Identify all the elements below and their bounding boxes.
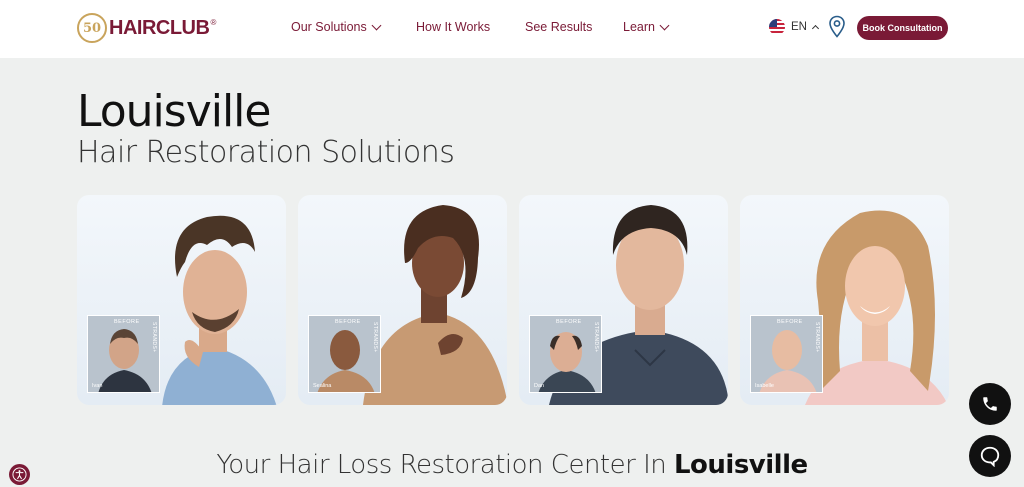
client-name: Dan [534,383,545,389]
before-portrait [98,329,152,392]
before-portrait [538,332,596,392]
before-label: BEFORE [556,319,582,325]
language-selector[interactable]: EN [769,19,820,35]
nav-label: Our Solutions [291,20,367,34]
chevron-up-icon [811,24,820,33]
accessibility-button[interactable] [9,464,30,485]
us-flag-icon [769,19,785,35]
section-title: Your Hair Loss Restoration Center In Lou… [0,450,1024,480]
nav-our-solutions[interactable]: Our Solutions [291,20,382,34]
hairclub-logo[interactable]: 50 HAIRCLUB ® [77,12,216,44]
section-title-prefix: Your Hair Loss Restoration Center In [216,450,674,480]
before-photo: BEFORE STRANDS+ Ivan [87,315,160,393]
client-name: Ivan [92,383,103,389]
before-photo: BEFORE STRANDS+ Sealina [308,315,381,393]
client-name: Isabelle [755,383,774,389]
nav-learn[interactable]: Learn [623,20,670,34]
call-button[interactable] [969,383,1011,425]
chat-icon [980,446,1000,467]
chat-button[interactable] [969,435,1011,477]
language-code: EN [791,21,807,33]
nav-see-results[interactable]: See Results [525,20,592,34]
registered-mark: ® [210,18,217,27]
nav-label: Learn [623,20,655,34]
map-pin-icon[interactable] [828,15,846,39]
section-title-city: Louisville [673,450,808,480]
before-photo: BEFORE STRANDS+ Dan [529,315,602,393]
nav-label: See Results [525,20,593,34]
client-name: Sealina [313,383,332,389]
chevron-down-icon [659,20,670,30]
product-label: STRANDS+ [814,322,820,353]
before-portrait [759,330,817,392]
result-card[interactable]: BEFORE STRANDS+ Sealina [298,195,507,405]
before-label: BEFORE [114,319,140,325]
brand-name: HAIRCLUB [109,16,210,39]
page-subtitle: Hair Restoration Solutions [77,135,455,170]
site-header: 50 HAIRCLUB ® Our Solutions How It Works… [0,0,1024,58]
result-card[interactable]: BEFORE STRANDS+ Isabelle [740,195,949,405]
result-card[interactable]: BEFORE STRANDS+ Ivan [77,195,286,405]
nav-label: How It Works [416,20,491,34]
product-label: STRANDS+ [593,322,599,353]
badge-number: 50 [82,20,102,36]
product-label: STRANDS+ [372,322,378,353]
phone-icon [983,397,997,411]
accessibility-icon [12,467,27,482]
book-consultation-button[interactable]: Book Consultation [857,16,948,40]
nav-how-it-works[interactable]: How It Works [416,20,490,34]
before-label: BEFORE [777,319,803,325]
chevron-down-icon [371,20,382,30]
page-title: Louisville [77,86,271,137]
anniversary-badge-icon: 50 [77,13,107,43]
before-portrait [317,330,375,392]
before-photo: BEFORE STRANDS+ Isabelle [750,315,823,393]
before-label: BEFORE [335,319,361,325]
result-card[interactable]: BEFORE STRANDS+ Dan [519,195,728,405]
product-label: STRANDS+ [151,322,157,353]
